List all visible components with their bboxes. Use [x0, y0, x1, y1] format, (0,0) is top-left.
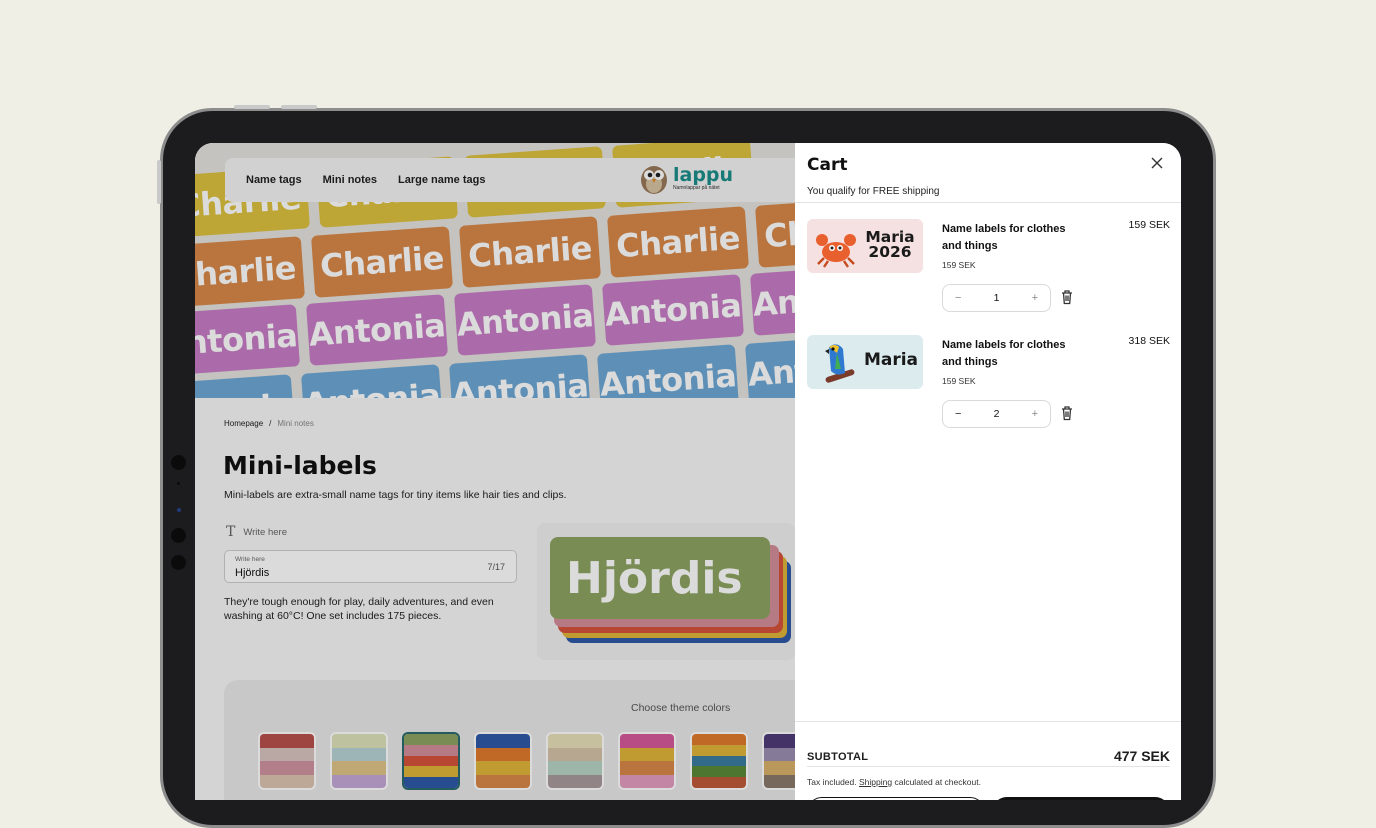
increase-button[interactable]: + — [1032, 408, 1038, 420]
product-page: Charlie Charlie Charlie Charlie Charlie Charl… — [195, 143, 795, 800]
cart-item-total: 318 SEK — [1128, 335, 1170, 347]
crab-icon — [816, 234, 856, 268]
cart-item-thumbnail-text: Maria 2026 — [865, 228, 915, 261]
quantity-value[interactable]: 2 — [994, 408, 1000, 420]
tablet-side-button — [157, 160, 161, 204]
tax-note-suffix: calculated at checkout. — [894, 777, 981, 787]
subtotal-value: 477 SEK — [1113, 748, 1170, 764]
page-overlay[interactable] — [195, 143, 795, 800]
quantity-value[interactable]: 1 — [994, 292, 1000, 304]
cart-item-unit-price: 159 SEK — [942, 260, 976, 270]
decrease-button[interactable]: − — [955, 292, 961, 304]
decrease-button[interactable]: − — [955, 408, 961, 420]
tablet-top-button-2 — [281, 105, 317, 109]
cart-item-thumbnail-text: Maria — [863, 350, 919, 370]
camera-dot — [171, 555, 186, 570]
tax-note: Tax included. Shipping calculated at che… — [807, 777, 981, 787]
cart-item: Maria 2026 Name labels for clothes and th… — [795, 219, 1181, 329]
shipping-link[interactable]: Shipping — [859, 777, 892, 787]
trash-icon[interactable] — [1060, 405, 1074, 421]
cart-item-unit-price: 159 SEK — [942, 376, 976, 386]
tax-note-prefix: Tax included. — [807, 777, 857, 787]
cart-drawer: Cart You qualify for FREE shipping Maria… — [795, 143, 1181, 800]
tablet-screen: Charlie Charlie Charlie Charlie Charlie Charl… — [195, 143, 1181, 800]
cart-footer-divider — [795, 721, 1181, 722]
tablet-top-button — [234, 105, 270, 109]
subtotal-divider — [807, 766, 1170, 767]
trash-icon[interactable] — [1060, 289, 1074, 305]
cart-item-thumbnail: Maria — [807, 335, 923, 389]
cart-item: Maria Name labels for clothes and things… — [795, 335, 1181, 445]
subtotal-label: SUBTOTAL — [807, 751, 869, 763]
cart-item-name[interactable]: Name labels for clothes and things — [942, 221, 1082, 255]
free-shipping-note: You qualify for FREE shipping — [807, 186, 940, 197]
increase-button[interactable]: + — [1032, 292, 1038, 304]
cart-title: Cart — [807, 155, 848, 175]
quantity-stepper: − 2 + — [942, 400, 1051, 428]
cart-item-thumbnail: Maria 2026 — [807, 219, 923, 273]
quantity-stepper: − 1 + — [942, 284, 1051, 312]
camera-dot — [171, 528, 186, 543]
cart-divider — [795, 202, 1181, 203]
cart-item-total: 159 SEK — [1128, 219, 1170, 231]
camera-lens — [177, 508, 181, 512]
cart-item-name[interactable]: Name labels for clothes and things — [942, 337, 1082, 371]
camera-dot — [177, 482, 180, 485]
parrot-icon — [825, 344, 855, 383]
camera-dot — [171, 455, 186, 470]
close-icon[interactable] — [1149, 156, 1165, 172]
